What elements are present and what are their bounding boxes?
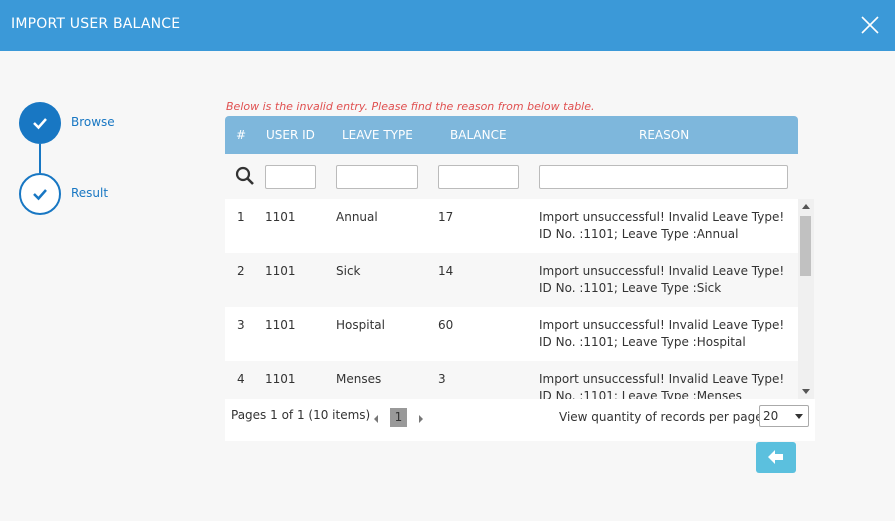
column-header-reason[interactable]: REASON [639, 128, 689, 142]
per-page-label: View quantity of records per page [559, 410, 763, 424]
cell-number: 4 [237, 372, 245, 386]
filter-user-id-input[interactable] [265, 165, 316, 189]
table-row[interactable]: 3 1101 Hospital 60 Import unsuccessful! … [225, 307, 798, 361]
cell-user-id: 1101 [265, 264, 296, 278]
per-page-select[interactable]: 20 [759, 405, 809, 427]
cell-reason: Import unsuccessful! Invalid Leave Type!… [539, 372, 785, 399]
prev-page-icon[interactable] [374, 415, 378, 423]
check-icon [33, 189, 47, 201]
column-header-user-id[interactable]: USER ID [266, 128, 315, 142]
cell-number: 2 [237, 264, 245, 278]
table-row[interactable]: 4 1101 Menses 3 Import unsuccessful! Inv… [225, 361, 798, 399]
invalid-entries-grid: # USER ID LEAVE TYPE BALANCE REASON 1 11… [225, 116, 815, 441]
cell-user-id: 1101 [265, 210, 296, 224]
cell-balance: 14 [438, 264, 454, 278]
chevron-down-icon [795, 414, 803, 419]
pager-info: Pages 1 of 1 (10 items) [231, 408, 371, 422]
dialog-title: IMPORT USER BALANCE [11, 16, 181, 32]
filter-row [225, 154, 798, 199]
cell-number: 1 [237, 210, 245, 224]
step-connector [39, 144, 41, 173]
filter-leave-type-input[interactable] [336, 165, 418, 189]
step-browse-indicator[interactable] [19, 102, 61, 144]
back-button[interactable] [756, 442, 796, 473]
next-page-icon[interactable] [419, 415, 423, 423]
table-row[interactable]: 1 1101 Annual 17 Import unsuccessful! In… [225, 199, 798, 253]
grid-pager: Pages 1 of 1 (10 items) 1 View quantity … [225, 399, 815, 441]
per-page-value: 20 [763, 409, 779, 423]
arrow-left-icon [768, 450, 783, 464]
cell-balance: 3 [438, 372, 446, 386]
filter-balance-input[interactable] [438, 165, 519, 189]
check-icon [33, 118, 47, 130]
column-header-number[interactable]: # [236, 128, 246, 142]
filter-reason-input[interactable] [539, 165, 788, 189]
dialog-titlebar: IMPORT USER BALANCE [0, 0, 895, 51]
cell-leave-type: Menses [336, 372, 382, 386]
column-header-leave-type[interactable]: LEAVE TYPE [342, 128, 413, 142]
close-icon[interactable] [859, 14, 881, 36]
cell-balance: 17 [438, 210, 454, 224]
cell-leave-type: Annual [336, 210, 378, 224]
step-result-indicator[interactable] [19, 173, 61, 215]
cell-balance: 60 [438, 318, 454, 332]
step-result-label[interactable]: Result [71, 186, 108, 200]
scrollbar-thumb[interactable] [800, 216, 811, 276]
step-browse-label[interactable]: Browse [71, 115, 115, 129]
search-icon [235, 166, 254, 185]
scroll-up-arrow-icon[interactable] [802, 204, 810, 209]
grid-body: 1 1101 Annual 17 Import unsuccessful! In… [225, 199, 798, 399]
cell-leave-type: Hospital [336, 318, 385, 332]
invalid-entry-message: Below is the invalid entry. Please find … [226, 100, 595, 113]
table-row[interactable]: 2 1101 Sick 14 Import unsuccessful! Inva… [225, 253, 798, 307]
column-header-balance[interactable]: BALANCE [450, 128, 507, 142]
cell-reason: Import unsuccessful! Invalid Leave Type!… [539, 318, 785, 349]
grid-vertical-scrollbar[interactable] [798, 199, 814, 399]
cell-user-id: 1101 [265, 372, 296, 386]
cell-reason: Import unsuccessful! Invalid Leave Type!… [539, 264, 785, 295]
cell-reason: Import unsuccessful! Invalid Leave Type!… [539, 210, 785, 241]
grid-header: # USER ID LEAVE TYPE BALANCE REASON [225, 116, 798, 154]
cell-user-id: 1101 [265, 318, 296, 332]
page-number-button[interactable]: 1 [390, 408, 407, 427]
cell-number: 3 [237, 318, 245, 332]
scroll-down-arrow-icon[interactable] [802, 389, 810, 394]
cell-leave-type: Sick [336, 264, 361, 278]
